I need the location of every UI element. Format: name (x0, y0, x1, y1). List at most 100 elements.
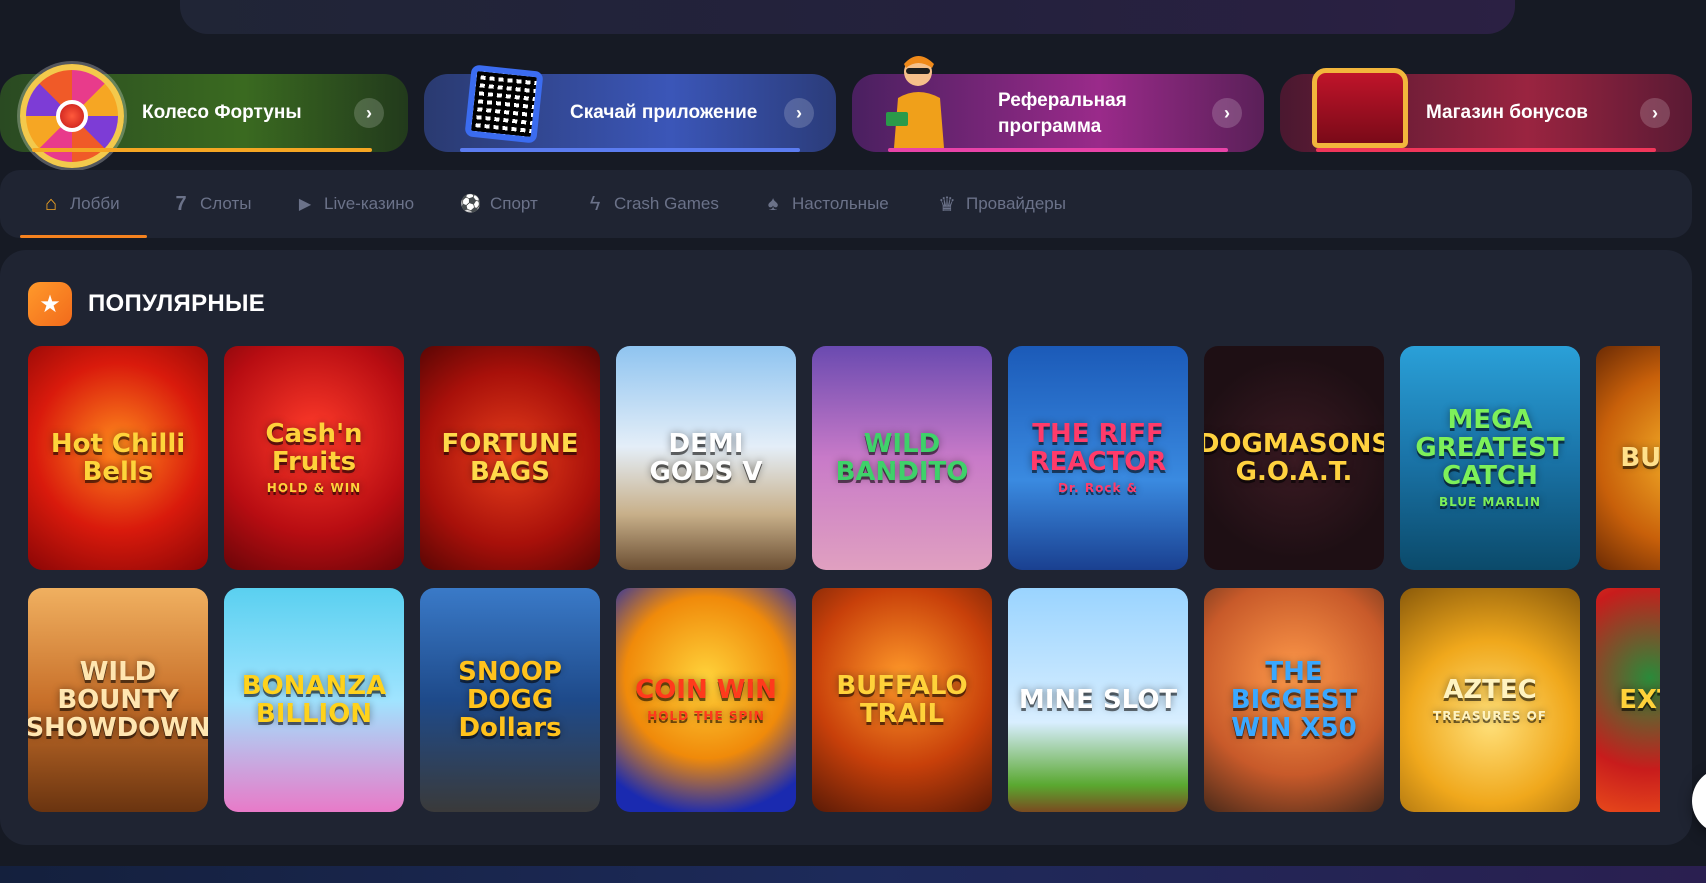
game-tile[interactable]: EXTRA W (1596, 588, 1660, 812)
game-name: DEMI GODS V (649, 429, 763, 487)
promo-row: Колесо Фортуны › Скачай приложение › Реф… (0, 56, 1706, 168)
referral-person-icon (882, 52, 952, 153)
game-tile[interactable]: AZTEC TREASURES OF (1400, 588, 1580, 812)
promo-label: Реферальная программа (998, 90, 1127, 137)
active-tab-indicator (20, 235, 147, 238)
promo-progress-bar (1316, 148, 1656, 152)
game-tile[interactable]: Cash'n Fruits HOLD & WIN (224, 346, 404, 570)
game-name: MINE SLOT (1018, 685, 1178, 715)
game-title: MEGA GREATEST CATCH BLUE MARLIN (1400, 406, 1580, 510)
game-title: BUFFALO TRAIL (812, 672, 992, 728)
game-tile[interactable]: THE BIGGEST WIN X50 (1204, 588, 1384, 812)
game-name: WILD BOUNTY SHOWDOWN (28, 657, 208, 743)
game-tile[interactable]: WILD BANDITO (812, 346, 992, 570)
section-title: ПОПУЛЯРНЫЕ (88, 290, 266, 317)
tab-lobby[interactable]: ⌂ Лобби (40, 170, 120, 238)
game-subtitle: HOLD THE SPIN (647, 709, 765, 723)
game-tile[interactable]: MINE SLOT (1008, 588, 1188, 812)
spade-icon: ♠ (767, 192, 779, 215)
game-title: BUFFALO (1612, 444, 1660, 472)
promo-progress-bar (460, 148, 800, 152)
tab-live-casino[interactable]: ▶ Live-казино (294, 170, 414, 238)
game-tile[interactable]: DOGMASONS G.O.A.T. (1204, 346, 1384, 570)
promo-label: Колесо Фортуны (142, 102, 302, 123)
previous-section-strip (180, 0, 1515, 34)
tab-label: Слоты (200, 194, 252, 213)
play-icon: ▶ (298, 196, 312, 213)
game-title: DEMI GODS V (616, 430, 796, 486)
qr-code-icon (464, 64, 544, 144)
treasure-chest-icon (1312, 68, 1408, 148)
chevron-right-icon: › (354, 98, 384, 128)
game-title: BONANZA BILLION (224, 672, 404, 728)
support-chat-button[interactable]: 🎧 (1692, 768, 1706, 834)
popular-section: ★ ПОПУЛЯРНЫЕ Hot Chilli Bells Cash'n Frui… (0, 250, 1692, 845)
game-tile[interactable]: MEGA GREATEST CATCH BLUE MARLIN (1400, 346, 1580, 570)
game-tile[interactable]: COIN WIN HOLD THE SPIN (616, 588, 796, 812)
promo-wheel-of-fortune[interactable]: Колесо Фортуны › (0, 64, 408, 168)
game-name: BUFFALO (1620, 443, 1660, 473)
tab-label: Live-казино (324, 194, 415, 213)
promo-progress-bar (32, 148, 372, 152)
game-name: BUFFALO TRAIL (836, 671, 968, 729)
game-subtitle: HOLD & WIN (266, 481, 362, 495)
section-header: ★ ПОПУЛЯРНЫЕ (28, 282, 265, 326)
game-name: SNOOP DOGG Dollars (458, 657, 562, 743)
game-name: DOGMASONS G.O.A.T. (1204, 429, 1384, 487)
tab-sport[interactable]: ⚽ Спорт (460, 170, 538, 238)
tab-providers[interactable]: ♛ Провайдеры (936, 170, 1066, 238)
game-tile[interactable]: SNOOP DOGG Dollars (420, 588, 600, 812)
promo-referral-program[interactable]: Реферальная программа › (852, 56, 1264, 152)
game-tile[interactable]: WILD BOUNTY SHOWDOWN (28, 588, 208, 812)
game-title: Hot Chilli Bells (28, 430, 208, 486)
home-icon: ⌂ (44, 192, 58, 215)
promo-progress-bar (888, 148, 1228, 152)
lightning-icon: ϟ (589, 192, 601, 215)
game-title: WILD BOUNTY SHOWDOWN (28, 658, 208, 742)
game-tile[interactable]: BUFFALO TRAIL (812, 588, 992, 812)
tab-label: Crash Games (614, 194, 719, 213)
game-title: THE RIFF REACTOR Dr. Rock & (1008, 420, 1188, 496)
game-name: WILD BANDITO (835, 429, 969, 487)
game-title: FORTUNE BAGS (420, 430, 600, 486)
game-subtitle: Dr. Rock & (1057, 481, 1139, 495)
sport-icon: ⚽ (460, 194, 482, 213)
games-grid: Hot Chilli Bells Cash'n Fruits HOLD & WIN F… (28, 346, 1660, 816)
game-name: THE BIGGEST WIN X50 (1230, 657, 1358, 743)
game-name: AZTEC (1443, 675, 1537, 705)
tab-label: Спорт (490, 194, 538, 213)
game-tile[interactable]: FORTUNE BAGS (420, 346, 600, 570)
game-title: WILD BANDITO (812, 430, 992, 486)
game-name: COIN WIN (635, 675, 777, 705)
game-subtitle: BLUE MARLIN (1438, 495, 1542, 509)
game-title: Cash'n Fruits HOLD & WIN (224, 420, 404, 496)
tab-label: Лобби (70, 194, 120, 213)
tab-crash-games[interactable]: ϟ Crash Games (584, 170, 719, 238)
game-name: EXTRA W (1619, 685, 1660, 715)
game-tile[interactable]: DEMI GODS V (616, 346, 796, 570)
game-tile[interactable]: BUFFALO (1596, 346, 1660, 570)
game-tile[interactable]: BONANZA BILLION (224, 588, 404, 812)
game-subtitle: TREASURES OF (1433, 709, 1547, 723)
promo-download-app[interactable]: Скачай приложение › (424, 64, 836, 152)
tab-slots[interactable]: 7 Слоты (170, 170, 251, 238)
fortune-wheel-icon (20, 64, 124, 168)
game-name: Cash'n Fruits (265, 419, 363, 477)
game-name: MEGA GREATEST CATCH (1415, 405, 1565, 491)
game-tile[interactable]: Hot Chilli Bells (28, 346, 208, 570)
tab-table-games[interactable]: ♠ Настольные (762, 170, 889, 238)
game-name: BONANZA BILLION (241, 671, 387, 729)
promo-label: Магазин бонусов (1426, 102, 1588, 123)
tab-label: Настольные (792, 194, 889, 213)
game-name: FORTUNE BAGS (441, 429, 579, 487)
bottom-banner-strip (0, 866, 1706, 883)
chevron-right-icon: › (1212, 98, 1242, 128)
promo-bonus-shop[interactable]: Магазин бонусов › (1280, 68, 1692, 152)
game-title: COIN WIN HOLD THE SPIN (627, 676, 785, 724)
game-title: THE BIGGEST WIN X50 (1204, 658, 1384, 742)
game-title: AZTEC TREASURES OF (1425, 676, 1555, 724)
tab-label: Провайдеры (966, 194, 1066, 213)
game-tile[interactable]: THE RIFF REACTOR Dr. Rock & (1008, 346, 1188, 570)
game-title: SNOOP DOGG Dollars (420, 658, 600, 742)
promo-label: Скачай приложение (570, 102, 758, 123)
